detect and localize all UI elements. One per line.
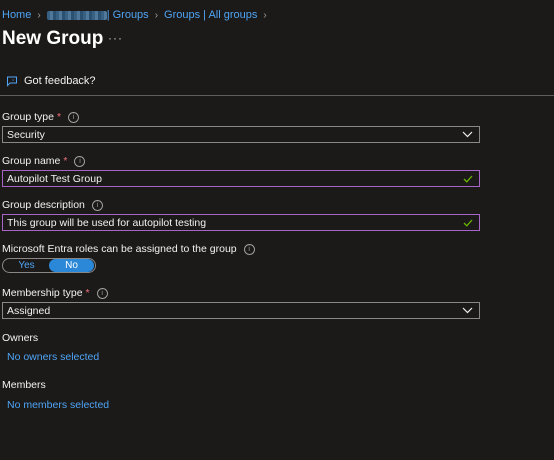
chevron-right-icon: › <box>263 9 267 21</box>
group-description-label: Group description i <box>2 199 103 211</box>
chevron-right-icon: › <box>37 9 41 21</box>
group-name-label: Group name * i <box>2 155 86 167</box>
checkmark-icon <box>463 219 473 227</box>
chevron-down-icon <box>462 131 473 138</box>
got-feedback-label: Got feedback? <box>24 75 96 87</box>
chevron-down-icon <box>462 307 473 314</box>
toggle-no-option[interactable]: No <box>49 259 94 272</box>
owners-link[interactable]: No owners selected <box>7 351 99 363</box>
owners-label: Owners <box>2 332 39 344</box>
feedback-icon <box>7 76 17 87</box>
info-icon[interactable]: i <box>74 155 86 167</box>
toggle-yes-option[interactable]: Yes <box>4 259 49 272</box>
info-icon[interactable]: i <box>68 111 80 123</box>
got-feedback-button[interactable]: Got feedback? <box>6 75 96 87</box>
info-icon[interactable]: i <box>243 243 255 255</box>
more-options-button[interactable]: ··· <box>108 31 123 45</box>
entra-roles-label: Microsoft Entra roles can be assigned to… <box>2 243 255 255</box>
checkmark-icon <box>463 175 473 183</box>
page-title: New Group <box>2 28 104 49</box>
group-type-label: Group type * i <box>2 111 80 123</box>
chevron-right-icon: › <box>154 9 159 21</box>
breadcrumb-all-groups[interactable]: Groups | All groups <box>164 9 257 21</box>
info-icon[interactable]: i <box>96 287 108 299</box>
breadcrumb-redacted-tenant[interactable] <box>46 10 107 20</box>
group-description-input[interactable]: This group will be used for autopilot te… <box>2 214 480 231</box>
members-label: Members <box>2 379 46 391</box>
breadcrumb-groups[interactable]: | Groups <box>107 9 149 21</box>
group-name-input[interactable]: Autopilot Test Group <box>2 170 480 187</box>
header-divider <box>0 95 554 96</box>
breadcrumb: Home › | Groups › Groups | All groups › <box>2 9 273 21</box>
group-type-dropdown[interactable]: Security <box>2 126 480 143</box>
breadcrumb-home[interactable]: Home <box>2 9 31 21</box>
info-icon[interactable]: i <box>91 199 103 211</box>
membership-type-label: Membership type * i <box>2 287 108 299</box>
members-link[interactable]: No members selected <box>7 399 109 411</box>
entra-roles-toggle[interactable]: Yes No <box>2 258 96 273</box>
membership-type-dropdown[interactable]: Assigned <box>2 302 480 319</box>
